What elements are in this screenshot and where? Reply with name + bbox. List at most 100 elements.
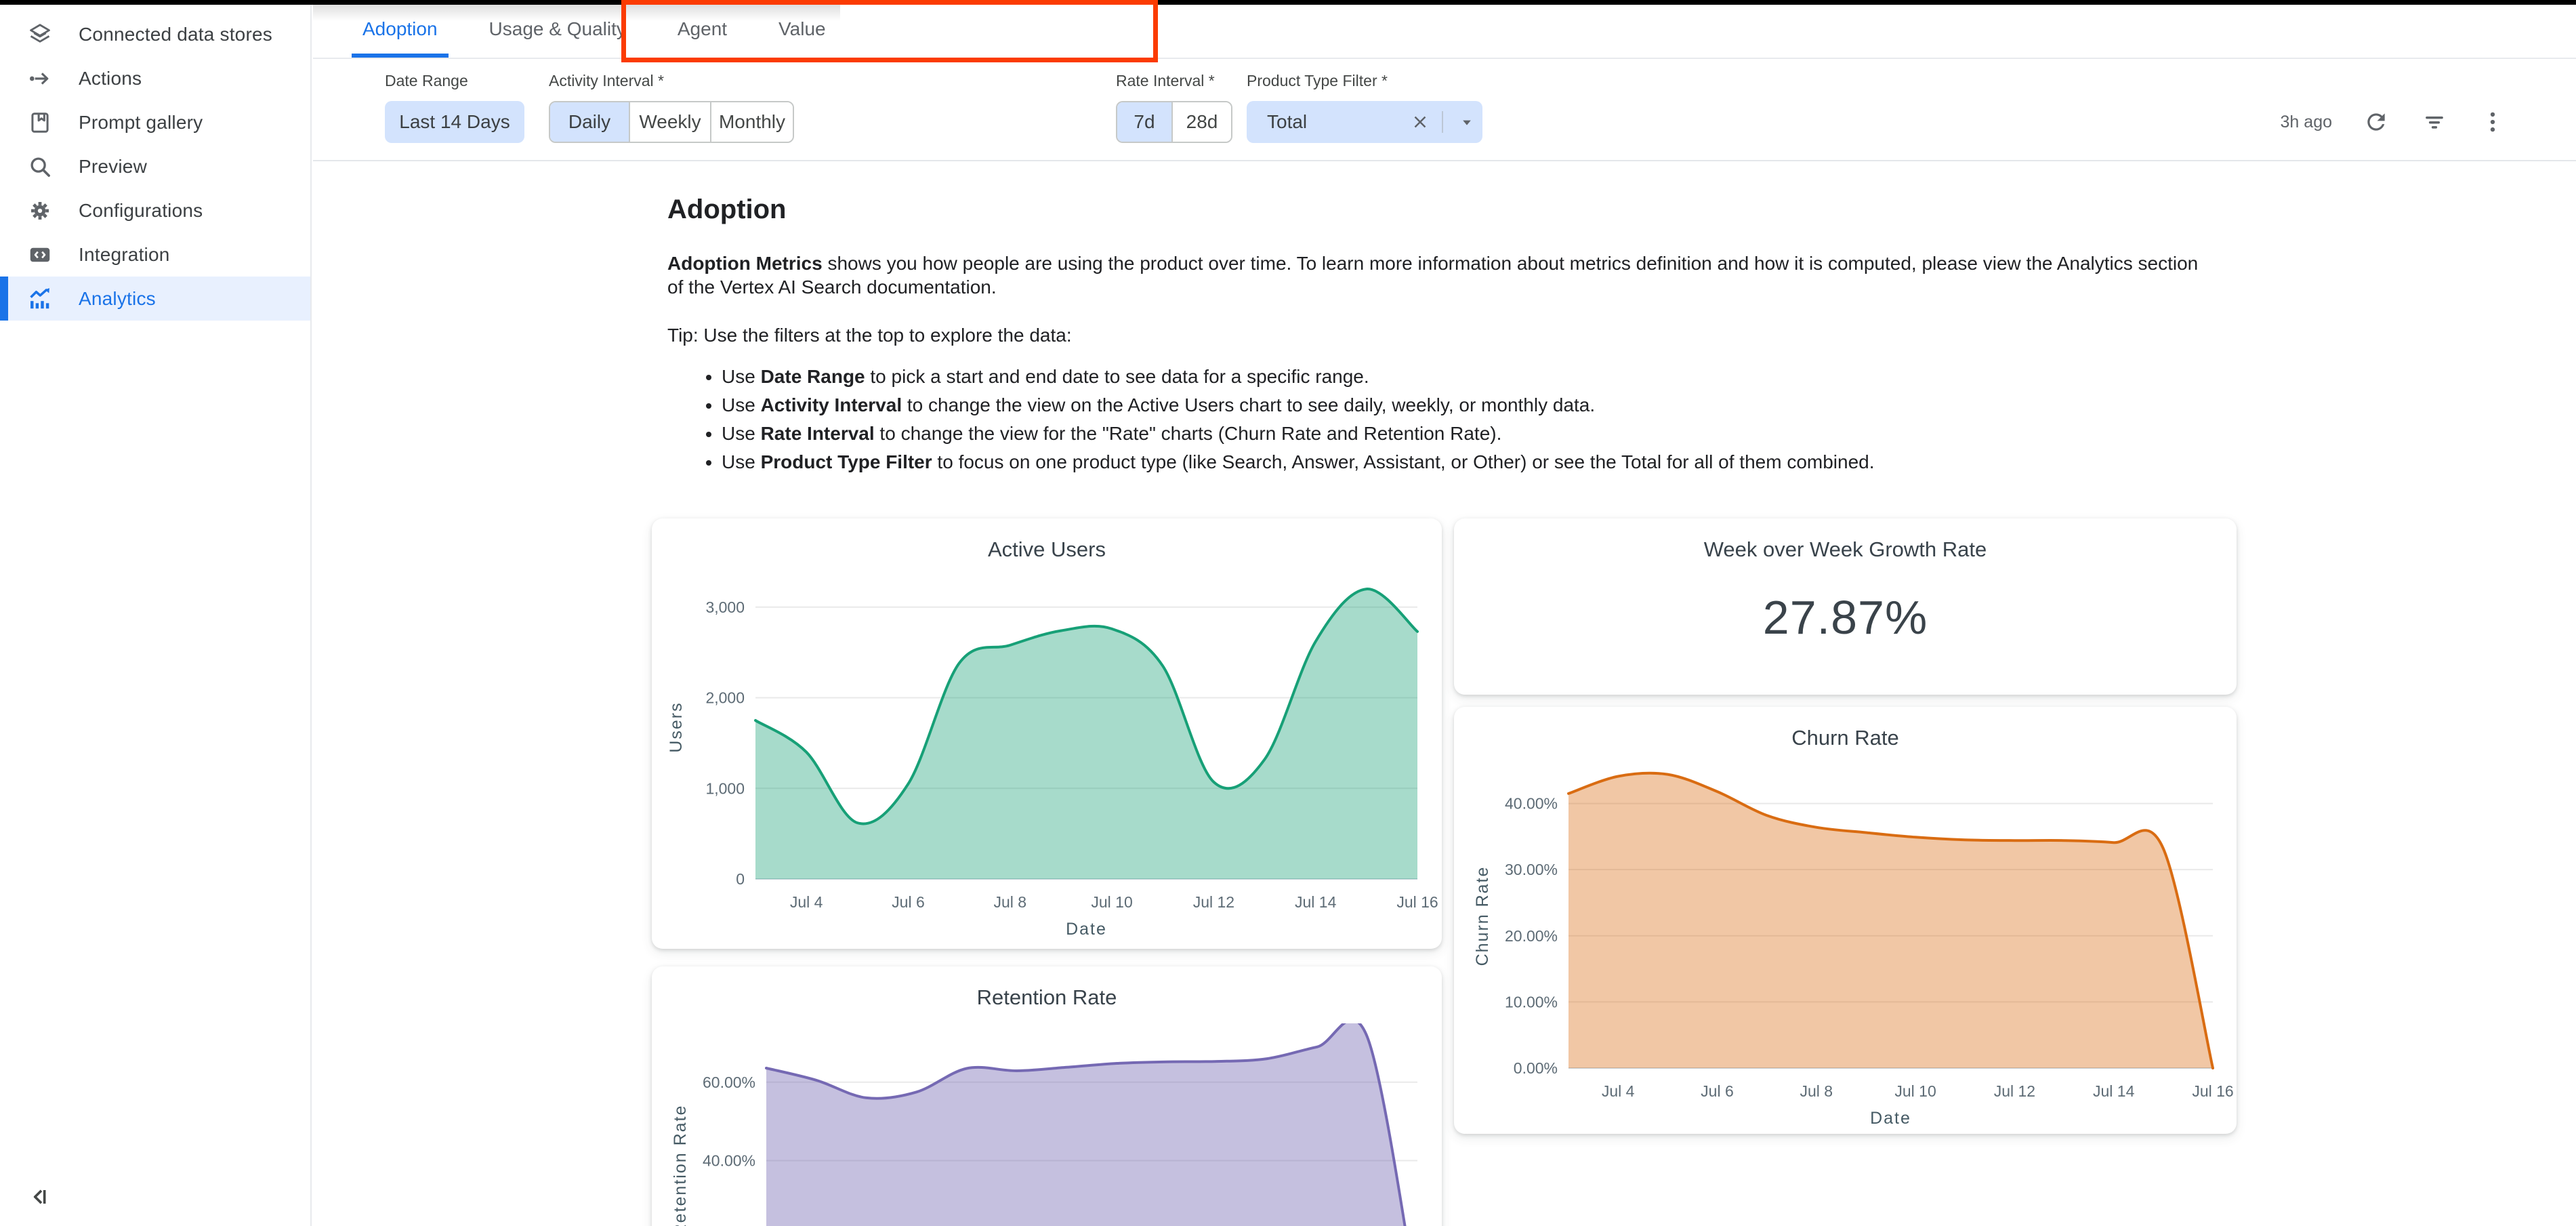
chart-title: Week over Week Growth Rate bbox=[1454, 518, 2237, 575]
tip-item: Use Product Type Filter to focus on one … bbox=[722, 450, 2219, 474]
chip-divider bbox=[1442, 111, 1443, 133]
svg-text:30.00%: 30.00% bbox=[1505, 861, 1558, 878]
rate-28d-option[interactable]: 28d bbox=[1173, 102, 1231, 142]
tab-bar: Adoption Usage & Quality Agent Value bbox=[313, 0, 2576, 59]
svg-text:Jul 14: Jul 14 bbox=[1295, 893, 1337, 911]
search-icon bbox=[26, 152, 54, 181]
tab-agent[interactable]: Agent bbox=[652, 0, 753, 58]
sidebar-item-label: Analytics bbox=[79, 288, 156, 310]
more-vert-icon[interactable] bbox=[2478, 108, 2507, 136]
charts-grid: Active Users 0 1,000 2,000 3,000 Jul 4 Jul 6 J… bbox=[652, 518, 2236, 1226]
growth-rate-value: 27.87% bbox=[1454, 590, 2237, 645]
tab-adoption[interactable]: Adoption bbox=[337, 0, 463, 58]
sidebar: Connected data stores Actions Prompt gal… bbox=[0, 0, 312, 1226]
tab-label: Agent bbox=[678, 18, 727, 40]
filter-icon[interactable] bbox=[2420, 108, 2449, 136]
product-type-select[interactable]: Total bbox=[1247, 101, 1482, 143]
sidebar-item-analytics[interactable]: Analytics bbox=[0, 277, 310, 321]
product-type-filter-label: Product Type Filter * bbox=[1247, 72, 1388, 90]
activity-weekly-option[interactable]: Weekly bbox=[630, 102, 711, 142]
filter-bar: Date Range Last 14 Days Activity Interva… bbox=[313, 60, 2576, 160]
arrow-drop-down-icon[interactable] bbox=[1451, 113, 1482, 131]
activity-monthly-option[interactable]: Monthly bbox=[711, 102, 793, 142]
sidebar-item-configurations[interactable]: Configurations bbox=[0, 188, 310, 232]
svg-text:Jul 6: Jul 6 bbox=[1701, 1082, 1734, 1100]
svg-text:Jul 4: Jul 4 bbox=[1602, 1082, 1635, 1100]
svg-text:Jul 16: Jul 16 bbox=[2192, 1082, 2233, 1100]
collapse-panel-icon[interactable] bbox=[23, 1181, 56, 1213]
app-window: Connected data stores Actions Prompt gal… bbox=[0, 0, 2576, 1226]
product-type-value: Total bbox=[1247, 111, 1407, 133]
retention-rate-card: Retention Rate 0.00%20.00%40.00%60.00%Ju… bbox=[652, 966, 1442, 1226]
tip-item: Use Date Range to pick a start and end d… bbox=[722, 365, 2219, 388]
sidebar-item-label: Actions bbox=[79, 68, 142, 89]
tab-value[interactable]: Value bbox=[753, 0, 852, 58]
refresh-icon[interactable] bbox=[2362, 108, 2390, 136]
retention-rate-chart: 0.00%20.00%40.00%60.00%Jul 4Jul 6Jul 8Ju… bbox=[652, 1023, 1442, 1226]
chart-title: Churn Rate bbox=[1454, 707, 2237, 764]
activity-daily-option[interactable]: Daily bbox=[550, 102, 630, 142]
svg-text:Jul 12: Jul 12 bbox=[1994, 1082, 2035, 1100]
refresh-cluster: 3h ago bbox=[2281, 101, 2507, 143]
gear-icon bbox=[26, 197, 54, 225]
tab-usage-quality[interactable]: Usage & Quality bbox=[463, 0, 652, 58]
svg-text:Jul 8: Jul 8 bbox=[993, 893, 1026, 911]
svg-text:40.00%: 40.00% bbox=[1505, 795, 1558, 813]
date-range-button[interactable]: Last 14 Days bbox=[385, 101, 524, 143]
svg-text:Retention Rate: Retention Rate bbox=[671, 1105, 690, 1226]
chart-title: Active Users bbox=[652, 518, 1442, 575]
svg-text:40.00%: 40.00% bbox=[703, 1152, 755, 1170]
tip-item: Use Rate Interval to change the view for… bbox=[722, 422, 2219, 445]
sidebar-item-actions[interactable]: Actions bbox=[0, 56, 310, 100]
intro-text-block: Adoption Adoption Metrics shows you how … bbox=[667, 198, 2219, 478]
sidebar-item-prompt-gallery[interactable]: Prompt gallery bbox=[0, 100, 310, 144]
tab-label: Value bbox=[778, 18, 826, 40]
tips-list: Use Date Range to pick a start and end d… bbox=[667, 365, 2219, 474]
sidebar-item-preview[interactable]: Preview bbox=[0, 144, 310, 188]
svg-text:Jul 12: Jul 12 bbox=[1193, 893, 1234, 911]
data-stores-icon bbox=[26, 20, 54, 49]
svg-text:Jul 14: Jul 14 bbox=[2093, 1082, 2135, 1100]
chart-title: Retention Rate bbox=[652, 966, 1442, 1023]
sidebar-item-integration[interactable]: Integration bbox=[0, 232, 310, 277]
sidebar-nav: Connected data stores Actions Prompt gal… bbox=[0, 12, 310, 321]
sidebar-item-label: Preview bbox=[79, 156, 147, 178]
page-content: Adoption Adoption Metrics shows you how … bbox=[313, 161, 2576, 1226]
sidebar-item-label: Integration bbox=[79, 244, 170, 266]
growth-rate-card: Week over Week Growth Rate 27.87% bbox=[1454, 518, 2237, 695]
tab-label: Adoption bbox=[362, 18, 438, 40]
sidebar-item-label: Connected data stores bbox=[79, 24, 272, 45]
svg-text:Date: Date bbox=[1066, 920, 1107, 939]
churn-rate-chart: 0.00%10.00%20.00%30.00%40.00%Jul 4Jul 6J… bbox=[1454, 764, 2237, 1134]
intro-paragraph: Adoption Metrics shows you how people ar… bbox=[667, 251, 2219, 299]
svg-text:Jul 10: Jul 10 bbox=[1894, 1082, 1936, 1100]
svg-text:Jul 10: Jul 10 bbox=[1091, 893, 1132, 911]
svg-text:2,000: 2,000 bbox=[705, 689, 745, 707]
tip-item: Use Activity Interval to change the view… bbox=[722, 393, 2219, 417]
page-title: Adoption bbox=[667, 198, 2219, 222]
close-icon[interactable] bbox=[1407, 112, 1434, 132]
sidebar-item-label: Prompt gallery bbox=[79, 112, 203, 134]
svg-text:1,000: 1,000 bbox=[705, 779, 745, 797]
code-icon bbox=[26, 241, 54, 269]
svg-text:Jul 16: Jul 16 bbox=[1396, 893, 1438, 911]
svg-text:60.00%: 60.00% bbox=[703, 1074, 755, 1091]
date-range-label: Date Range bbox=[385, 72, 468, 90]
svg-text:Jul 8: Jul 8 bbox=[1800, 1082, 1833, 1100]
svg-text:0: 0 bbox=[736, 870, 745, 888]
svg-text:0.00%: 0.00% bbox=[1514, 1059, 1558, 1077]
active-users-chart: 01,0002,0003,000Jul 4Jul 6Jul 8Jul 10Jul… bbox=[652, 575, 1442, 949]
tip-line: Tip: Use the filters at the top to explo… bbox=[667, 323, 2219, 347]
prompt-gallery-icon bbox=[26, 108, 54, 137]
svg-text:Users: Users bbox=[667, 701, 686, 752]
activity-interval-label: Activity Interval * bbox=[549, 72, 664, 90]
main-area: Adoption Usage & Quality Agent Value Dat… bbox=[313, 0, 2576, 1226]
rate-interval-label: Rate Interval * bbox=[1116, 72, 1215, 90]
active-users-card: Active Users 01,0002,0003,000Jul 4Jul 6J… bbox=[652, 518, 1442, 949]
tab-label: Usage & Quality bbox=[489, 18, 626, 40]
svg-text:Jul 4: Jul 4 bbox=[790, 893, 823, 911]
activity-interval-toggle: Daily Weekly Monthly bbox=[549, 101, 794, 143]
sidebar-item-connected-data-stores[interactable]: Connected data stores bbox=[0, 12, 310, 56]
rate-7d-option[interactable]: 7d bbox=[1117, 102, 1173, 142]
svg-text:3,000: 3,000 bbox=[705, 598, 745, 616]
